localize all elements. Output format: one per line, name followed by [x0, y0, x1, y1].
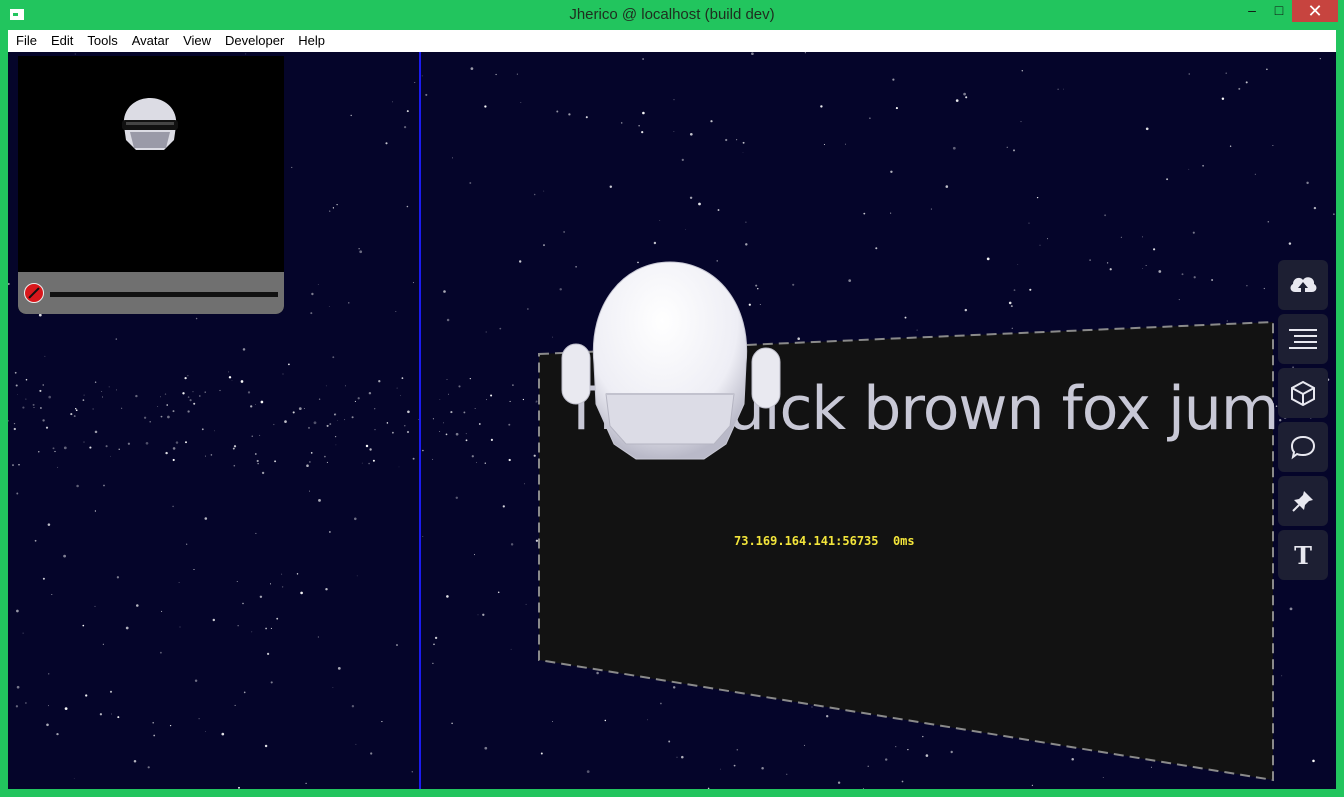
mirror-avatar-preview — [122, 98, 178, 150]
menu-view[interactable]: View — [176, 30, 218, 52]
minimize-button[interactable]: – — [1238, 0, 1266, 22]
cloud-upload-icon — [1290, 277, 1317, 296]
menu-developer[interactable]: Developer — [218, 30, 291, 52]
menu-file[interactable]: File — [8, 30, 44, 52]
text-tool-button[interactable]: T — [1278, 530, 1328, 580]
title-bar: Jherico @ localhost (build dev) – □ ✕ — [0, 0, 1344, 30]
cube-button[interactable] — [1278, 368, 1328, 418]
mic-muted-icon[interactable] — [24, 283, 44, 303]
3d-viewport[interactable]: The quick brown fox jum 73.169.164.141:5… — [8, 52, 1336, 789]
blue-divider-line — [419, 52, 421, 789]
list-button[interactable] — [1278, 314, 1328, 364]
cube-icon — [1291, 380, 1315, 406]
list-icon — [1289, 329, 1317, 349]
menu-avatar[interactable]: Avatar — [125, 30, 176, 52]
chat-bubble-icon — [1290, 435, 1316, 460]
cloud-upload-button[interactable] — [1278, 260, 1328, 310]
mirror-window — [18, 56, 284, 314]
text-icon: T — [1294, 540, 1312, 570]
menu-edit[interactable]: Edit — [44, 30, 80, 52]
close-button[interactable]: ✕ — [1292, 0, 1338, 22]
menu-help[interactable]: Help — [291, 30, 332, 52]
maximize-button[interactable]: □ — [1265, 0, 1293, 22]
menu-bar: File Edit Tools Avatar View Developer He… — [8, 30, 1336, 52]
avatar-helmet[interactable] — [554, 254, 784, 464]
audio-level-meter — [50, 292, 278, 297]
chat-button[interactable] — [1278, 422, 1328, 472]
pin-icon — [1292, 491, 1313, 512]
window-title: Jherico @ localhost (build dev) — [569, 6, 775, 23]
connection-info: 73.169.164.141:56735 0ms — [734, 534, 915, 548]
menu-tools[interactable]: Tools — [80, 30, 124, 52]
pin-button[interactable] — [1278, 476, 1328, 526]
right-toolbar: T — [1278, 260, 1328, 584]
audio-controls — [18, 272, 284, 314]
